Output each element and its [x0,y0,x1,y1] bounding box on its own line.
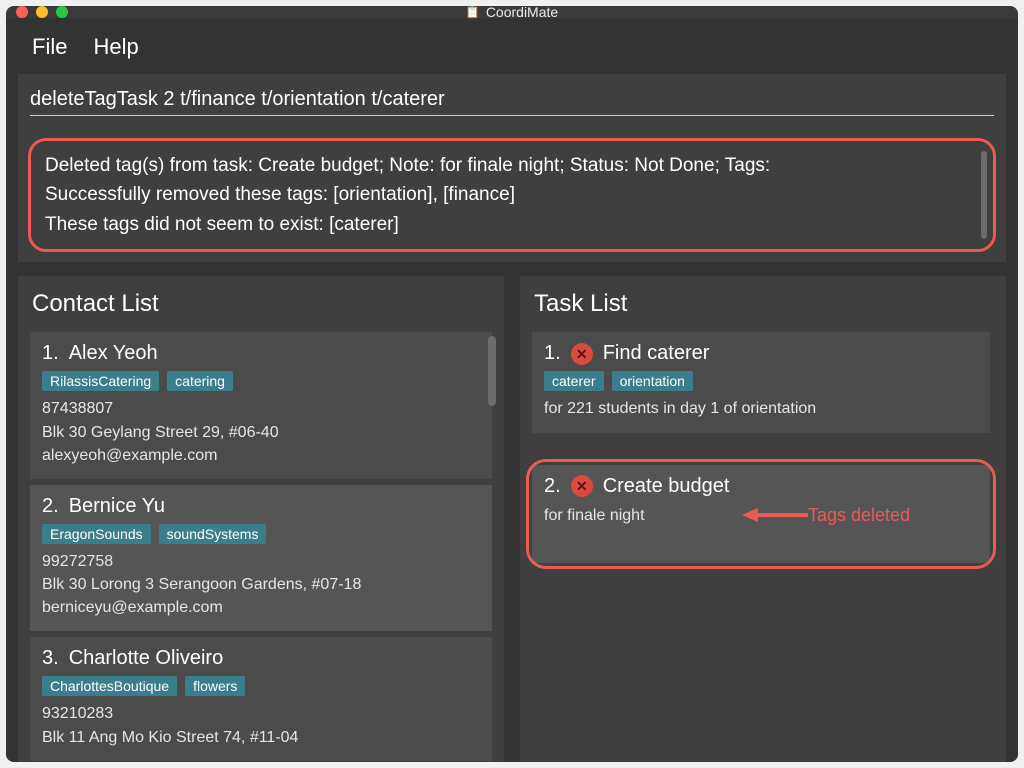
tag: RilassisCatering [42,371,159,391]
contact-scrollbar[interactable] [488,336,496,406]
task-list: 1. ✕ Find caterer caterer orientation fo… [524,332,1002,762]
contact-panel: Contact List 1. Alex Yeoh RilassisCateri… [18,276,504,762]
contact-email: alexyeoh@example.com [42,444,480,467]
maximize-window-button[interactable] [56,6,68,18]
output-scrollbar[interactable] [981,151,987,239]
contact-panel-title: Contact List [22,280,500,332]
window-title: 📋 CoordiMate [466,6,558,20]
minimize-window-button[interactable] [36,6,48,18]
contact-name: Alex Yeoh [69,342,158,365]
tag: flowers [185,676,245,696]
window-title-text: CoordiMate [486,6,558,20]
tag: soundSystems [159,524,267,544]
titlebar: 📋 CoordiMate [6,6,1018,18]
contact-phone: 93210283 [42,702,480,725]
tag: EragonSounds [42,524,151,544]
task-name: Create budget [603,475,730,498]
status-not-done-icon: ✕ [571,343,593,365]
task-note: for finale night [544,504,978,527]
task-card-highlighted: 2. ✕ Create budget for finale night [532,465,990,563]
command-panel: Deleted tag(s) from task: Create budget;… [18,74,1006,262]
command-output: Deleted tag(s) from task: Create budget;… [28,138,996,252]
tag: caterer [544,371,604,391]
close-window-button[interactable] [16,6,28,18]
tag: catering [167,371,233,391]
task-card[interactable]: 2. ✕ Create budget for finale night [532,465,990,563]
contact-card[interactable]: 1. Alex Yeoh RilassisCatering catering 8… [30,332,492,479]
clipboard-icon: 📋 [466,6,480,19]
contact-address: Blk 30 Geylang Street 29, #06-40 [42,421,480,444]
contact-phone: 99272758 [42,550,480,573]
app-body: File Help Deleted tag(s) from task: Crea… [6,18,1018,762]
contact-card[interactable]: 3. Charlotte Oliveiro CharlottesBoutique… [30,637,492,760]
contact-address: Blk 11 Ang Mo Kio Street 74, #11-04 [42,726,480,749]
contact-address: Blk 30 Lorong 3 Serangoon Gardens, #07-1… [42,573,480,596]
contact-name: Bernice Yu [69,495,165,518]
task-name: Find caterer [603,342,710,365]
contact-email: berniceyu@example.com [42,596,480,619]
contact-list: 1. Alex Yeoh RilassisCatering catering 8… [22,332,500,762]
tag: orientation [612,371,693,391]
command-input[interactable] [30,84,994,116]
task-index: 2. [544,475,561,498]
menu-help[interactable]: Help [93,34,138,60]
task-card[interactable]: 1. ✕ Find caterer caterer orientation fo… [532,332,990,432]
tag: CharlottesBoutique [42,676,177,696]
menu-file[interactable]: File [32,34,67,60]
contact-index: 2. [42,495,59,518]
task-panel-title: Task List [524,280,1002,332]
app-window: 📋 CoordiMate File Help Deleted tag(s) fr… [6,6,1018,762]
task-note: for 221 students in day 1 of orientation [544,397,978,420]
contact-index: 3. [42,647,59,670]
contact-phone: 87438807 [42,397,480,420]
task-panel: Task List 1. ✕ Find caterer caterer orie… [520,276,1006,762]
command-output-text: Deleted tag(s) from task: Create budget;… [45,151,979,239]
window-controls [16,6,68,18]
contact-name: Charlotte Oliveiro [69,647,224,670]
task-index: 1. [544,342,561,365]
status-not-done-icon: ✕ [571,475,593,497]
contact-card[interactable]: 2. Bernice Yu EragonSounds soundSystems … [30,485,492,632]
lists-row: Contact List 1. Alex Yeoh RilassisCateri… [18,268,1006,762]
menubar: File Help [18,30,1006,74]
contact-index: 1. [42,342,59,365]
